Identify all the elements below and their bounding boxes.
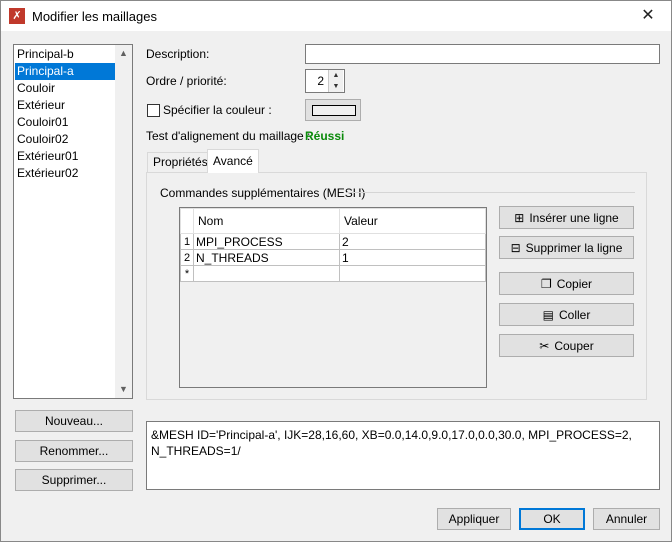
description-input[interactable] — [305, 44, 660, 64]
copy-label: Copier — [556, 276, 593, 291]
list-item[interactable]: Principal-a — [15, 63, 117, 80]
group-divider — [347, 192, 635, 193]
alignment-status: Réussi — [305, 129, 345, 143]
spin-down-icon[interactable]: ▼ — [328, 81, 343, 92]
new-mesh-button[interactable]: Nouveau... — [15, 410, 133, 432]
cell-name[interactable]: N_THREADS — [193, 249, 340, 266]
mesh-list-items: Principal-b Principal-a Couloir Extérieur Co… — [15, 46, 117, 182]
specify-color-label: Spécifier la couleur : — [163, 103, 272, 117]
insert-row-button[interactable]: ⊞ Insérer une ligne — [499, 206, 634, 229]
delete-row-icon: ⊟ — [510, 240, 521, 255]
priority-label: Ordre / priorité: — [146, 74, 227, 88]
advanced-tab-panel: Commandes supplémentaires (MESH) Nom Val… — [146, 172, 647, 400]
mesh-list[interactable]: Principal-b Principal-a Couloir Extérieur Co… — [13, 44, 133, 399]
mesh-output-text[interactable]: &MESH ID='Principal-a', IJK=28,16,60, XB… — [146, 421, 660, 490]
apply-button[interactable]: Appliquer — [437, 508, 511, 530]
delete-row-button[interactable]: ⊟ Supprimer la ligne — [499, 236, 634, 259]
tab-proprietes[interactable]: Propriétés — [147, 152, 214, 173]
spin-up-icon[interactable]: ▲ — [328, 70, 343, 81]
group-title: Commandes supplémentaires (MESH) — [160, 186, 366, 200]
cell-value-new[interactable] — [339, 265, 486, 282]
paste-icon: ▤ — [542, 307, 554, 322]
scroll-down-icon[interactable]: ▼ — [115, 381, 132, 398]
copy-button[interactable]: ❐ Copier — [499, 272, 634, 295]
color-picker-button[interactable] — [305, 99, 361, 121]
scroll-up-icon[interactable]: ▲ — [115, 45, 132, 62]
title-bar: ✗ Modifier les maillages ✕ — [1, 1, 671, 31]
delete-mesh-button[interactable]: Supprimer... — [15, 469, 133, 491]
copy-icon: ❐ — [540, 276, 552, 291]
priority-value: 2 — [317, 74, 324, 88]
cancel-button[interactable]: Annuler — [593, 508, 660, 530]
cell-value[interactable]: 1 — [339, 249, 486, 266]
mesh-list-scrollbar[interactable]: ▲ ▼ — [115, 45, 132, 398]
cut-label: Couper — [554, 338, 594, 353]
cell-name-new[interactable] — [193, 265, 340, 282]
cell-name[interactable]: MPI_PROCESS — [193, 233, 340, 250]
ok-button[interactable]: OK — [519, 508, 585, 530]
column-header-value[interactable]: Valeur — [339, 208, 486, 234]
new-row-marker[interactable]: * — [180, 265, 194, 282]
insert-row-label: Insérer une ligne — [529, 210, 619, 225]
alignment-label: Test d'alignement du maillage : — [146, 129, 311, 143]
row-index[interactable]: 2 — [180, 249, 194, 266]
delete-row-label: Supprimer la ligne — [525, 240, 623, 255]
cut-button[interactable]: ✂ Couper — [499, 334, 634, 357]
window-title: Modifier les maillages — [32, 9, 157, 24]
close-button[interactable]: ✕ — [625, 1, 671, 31]
paste-label: Coller — [559, 307, 591, 322]
specify-color-checkbox[interactable] — [147, 104, 160, 117]
insert-row-icon: ⊞ — [514, 210, 525, 225]
list-item[interactable]: Extérieur — [15, 97, 117, 114]
dialog-window: ✗ Modifier les maillages ✕ Principal-b Pr… — [0, 0, 672, 542]
list-item[interactable]: Extérieur02 — [15, 165, 117, 182]
scissors-icon: ✂ — [539, 338, 550, 353]
column-header-name[interactable]: Nom — [193, 208, 340, 234]
new-row[interactable]: * — [180, 265, 486, 282]
tab-avance[interactable]: Avancé — [207, 149, 259, 173]
list-item[interactable]: Couloir01 — [15, 114, 117, 131]
paste-button[interactable]: ▤ Coller — [499, 303, 634, 326]
table-row[interactable]: 1 MPI_PROCESS 2 — [180, 233, 486, 250]
color-swatch — [312, 105, 356, 116]
priority-spinner[interactable]: 2 ▲ ▼ — [305, 69, 345, 93]
description-label: Description: — [146, 47, 210, 61]
list-item[interactable]: Extérieur01 — [15, 148, 117, 165]
grid-corner — [180, 208, 194, 234]
list-item[interactable]: Couloir02 — [15, 131, 117, 148]
cell-value[interactable]: 2 — [339, 233, 486, 250]
commands-grid[interactable]: Nom Valeur 1 MPI_PROCESS 2 2 N_THREADS 1… — [179, 207, 487, 388]
row-index[interactable]: 1 — [180, 233, 194, 250]
app-logo-icon: ✗ — [9, 8, 25, 24]
rename-mesh-button[interactable]: Renommer... — [15, 440, 133, 462]
table-row[interactable]: 2 N_THREADS 1 — [180, 249, 486, 266]
list-item[interactable]: Principal-b — [15, 46, 117, 63]
list-item[interactable]: Couloir — [15, 80, 117, 97]
